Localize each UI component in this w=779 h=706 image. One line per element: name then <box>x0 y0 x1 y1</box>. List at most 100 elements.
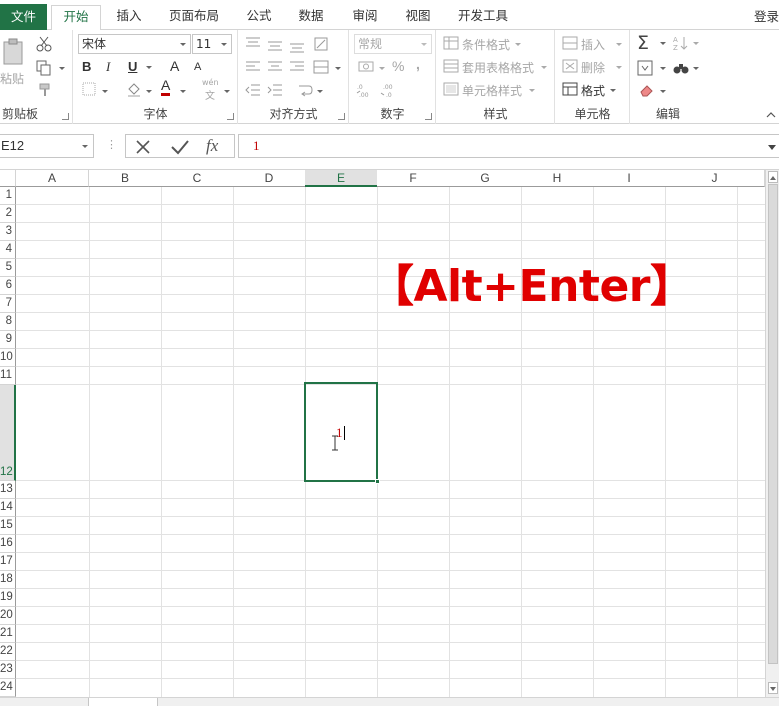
scroll-up-button[interactable] <box>768 171 778 183</box>
wrap-dropdown-icon[interactable] <box>317 90 323 93</box>
row-header-16[interactable]: 16 <box>0 535 16 553</box>
scroll-thumb[interactable] <box>768 184 778 664</box>
delete-cells-button[interactable]: 删除 <box>562 58 626 76</box>
find-dropdown-icon[interactable] <box>693 67 699 70</box>
tab-review[interactable]: 审阅 <box>342 5 388 30</box>
comma-button[interactable]: , <box>416 56 420 72</box>
row-header-24[interactable]: 24 <box>0 679 16 697</box>
conditional-format-button[interactable]: 条件格式 <box>443 35 553 53</box>
align-left-icon[interactable] <box>245 60 261 74</box>
sort-filter-icon[interactable]: AZ <box>673 35 689 51</box>
formula-input[interactable]: 1 <box>238 134 779 158</box>
fill-down-icon[interactable] <box>637 60 653 76</box>
row-header-12[interactable]: 12 <box>0 385 16 481</box>
cell-styles-button[interactable]: 单元格样式 <box>443 81 553 99</box>
row-header-1[interactable]: 1 <box>0 187 16 205</box>
align-right-icon[interactable] <box>289 60 305 74</box>
row-header-22[interactable]: 22 <box>0 643 16 661</box>
format-cells-button[interactable]: 格式 <box>562 81 626 99</box>
row-header-11[interactable]: 11 <box>0 367 16 385</box>
column-header-c[interactable]: C <box>161 170 234 187</box>
fill-dropdown-icon[interactable] <box>660 67 666 70</box>
font-launcher-icon[interactable] <box>227 113 234 120</box>
currency-dropdown-icon[interactable] <box>379 67 385 70</box>
sheet-tab[interactable] <box>88 698 158 706</box>
format-painter-icon[interactable] <box>38 82 54 98</box>
underline-dropdown-icon[interactable] <box>146 66 152 69</box>
autosum-icon[interactable]: Σ <box>637 32 649 54</box>
underline-button[interactable]: U <box>128 59 137 74</box>
increase-indent-icon[interactable] <box>267 83 283 97</box>
currency-icon[interactable] <box>358 60 376 74</box>
clear-dropdown-icon[interactable] <box>660 90 666 93</box>
insert-function-icon[interactable]: fx <box>206 136 218 156</box>
column-header-f[interactable]: F <box>377 170 450 187</box>
decrease-indent-icon[interactable] <box>245 83 261 97</box>
expand-formula-bar-icon[interactable] <box>768 145 776 150</box>
merge-dropdown-icon[interactable] <box>335 67 341 70</box>
number-format-combo[interactable]: 常规 <box>354 34 432 54</box>
font-color-dropdown-icon[interactable] <box>180 90 186 93</box>
tab-file[interactable]: 文件 <box>0 4 47 30</box>
phonetic-dropdown-icon[interactable] <box>224 90 230 93</box>
row-header-8[interactable]: 8 <box>0 313 16 331</box>
fill-color-dropdown-icon[interactable] <box>146 90 152 93</box>
row-header-2[interactable]: 2 <box>0 205 16 223</box>
tab-formulas[interactable]: 公式 <box>236 5 282 30</box>
cancel-entry-icon[interactable] <box>134 138 152 156</box>
column-header-i[interactable]: I <box>593 170 666 187</box>
confirm-entry-icon[interactable] <box>170 138 190 156</box>
row-header-3[interactable]: 3 <box>0 223 16 241</box>
font-color-button[interactable]: A <box>161 78 171 96</box>
column-header-a[interactable]: A <box>16 170 89 187</box>
row-header-21[interactable]: 21 <box>0 625 16 643</box>
column-header-j[interactable]: J <box>665 170 765 187</box>
clipboard-launcher-icon[interactable] <box>62 113 69 120</box>
fill-handle[interactable] <box>375 479 380 484</box>
column-header-e[interactable]: E <box>305 170 378 187</box>
cut-icon[interactable] <box>36 36 52 52</box>
sort-dropdown-icon[interactable] <box>693 42 699 45</box>
fill-color-icon[interactable] <box>126 81 142 97</box>
decrease-font-button[interactable]: A <box>194 61 201 73</box>
font-name-combo[interactable]: 宋体 <box>78 34 191 54</box>
decrease-decimal-icon[interactable]: .00.0 <box>380 82 398 98</box>
row-header-9[interactable]: 9 <box>0 331 16 349</box>
row-header-10[interactable]: 10 <box>0 349 16 367</box>
row-header-18[interactable]: 18 <box>0 571 16 589</box>
row-header-6[interactable]: 6 <box>0 277 16 295</box>
autosum-dropdown-icon[interactable] <box>660 42 666 45</box>
percent-button[interactable]: % <box>392 58 404 74</box>
row-header-20[interactable]: 20 <box>0 607 16 625</box>
row-header-7[interactable]: 7 <box>0 295 16 313</box>
number-launcher-icon[interactable] <box>425 113 432 120</box>
row-header-14[interactable]: 14 <box>0 499 16 517</box>
collapse-ribbon-icon[interactable] <box>765 110 777 120</box>
copy-icon[interactable] <box>36 60 52 76</box>
increase-decimal-icon[interactable]: .0.00 <box>356 82 374 98</box>
increase-font-button[interactable]: A <box>170 58 179 74</box>
column-header-h[interactable]: H <box>521 170 594 187</box>
scroll-down-button[interactable] <box>768 682 778 694</box>
row-header-19[interactable]: 19 <box>0 589 16 607</box>
paste-button[interactable]: 粘贴 <box>0 34 30 94</box>
tab-data[interactable]: 数据 <box>288 5 334 30</box>
align-center-icon[interactable] <box>267 60 283 74</box>
find-select-icon[interactable] <box>673 60 689 76</box>
name-box[interactable]: E12 <box>0 134 94 158</box>
row-header-4[interactable]: 4 <box>0 241 16 259</box>
vertical-scrollbar[interactable] <box>765 170 779 698</box>
column-header-d[interactable]: D <box>233 170 306 187</box>
column-header-g[interactable]: G <box>449 170 522 187</box>
row-header-13[interactable]: 13 <box>0 481 16 499</box>
italic-button[interactable]: I <box>106 59 110 75</box>
row-header-17[interactable]: 17 <box>0 553 16 571</box>
column-header-b[interactable]: B <box>89 170 162 187</box>
row-header-15[interactable]: 15 <box>0 517 16 535</box>
row-header-5[interactable]: 5 <box>0 259 16 277</box>
bold-button[interactable]: B <box>82 59 91 74</box>
borders-icon[interactable] <box>82 82 96 96</box>
align-bottom-icon[interactable] <box>289 40 305 54</box>
sign-in-link[interactable]: 登录 <box>754 6 779 25</box>
align-middle-icon[interactable] <box>267 38 283 52</box>
